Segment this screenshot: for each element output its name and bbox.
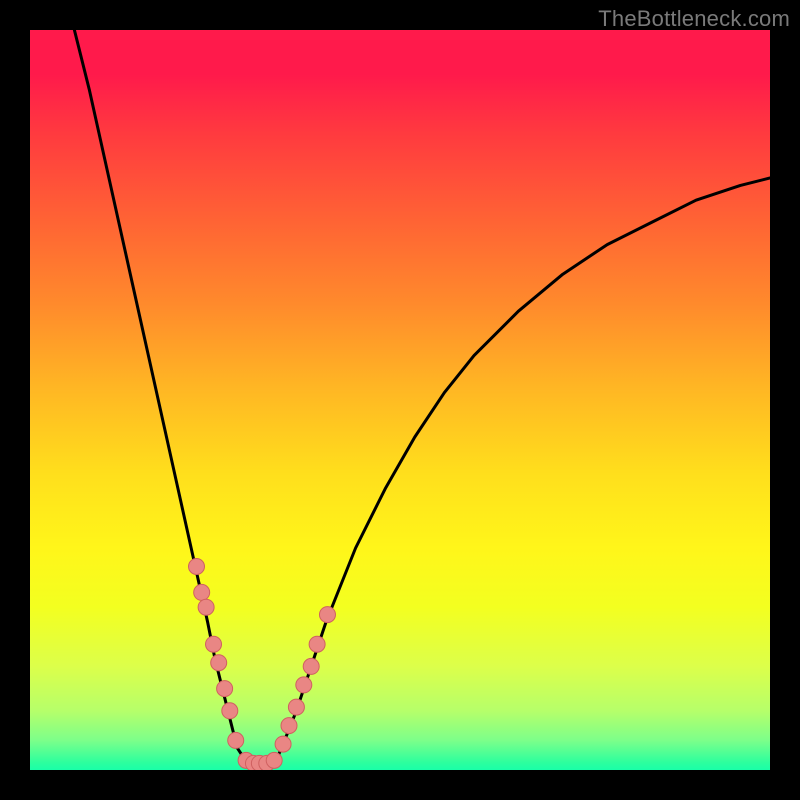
data-point-marker (189, 559, 205, 575)
watermark-text: TheBottleneck.com (598, 6, 790, 32)
data-point-marker (309, 636, 325, 652)
marker-group (189, 559, 336, 771)
data-point-marker (206, 636, 222, 652)
data-point-marker (222, 703, 238, 719)
chart-svg (30, 30, 770, 770)
plot-area (30, 30, 770, 770)
data-point-marker (319, 607, 335, 623)
data-point-marker (217, 681, 233, 697)
data-point-marker (303, 658, 319, 674)
data-point-marker (296, 677, 312, 693)
data-point-marker (281, 718, 297, 734)
data-point-marker (288, 699, 304, 715)
curve-group (74, 30, 770, 766)
chart-stage: TheBottleneck.com (0, 0, 800, 800)
data-point-marker (211, 655, 227, 671)
data-point-marker (228, 732, 244, 748)
bottleneck-curve (74, 30, 770, 766)
data-point-marker (266, 752, 282, 768)
data-point-marker (198, 599, 214, 615)
data-point-marker (194, 584, 210, 600)
data-point-marker (275, 736, 291, 752)
